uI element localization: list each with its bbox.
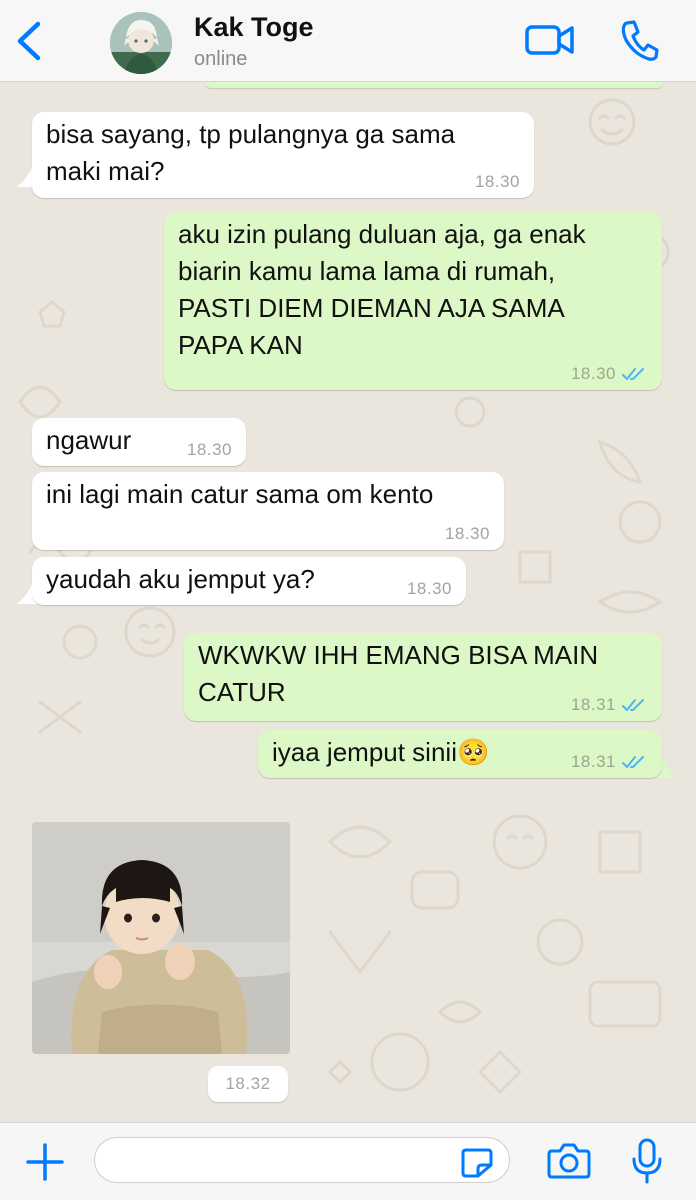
sticker-icon	[461, 1148, 493, 1178]
message-time: 18.30	[474, 172, 520, 191]
double-check-icon	[622, 368, 644, 380]
camera-icon	[547, 1143, 591, 1179]
message-text: aku izin pulang duluan aja, ga enak biar…	[178, 219, 586, 360]
message-time: 18.30	[186, 440, 232, 459]
message-bubble-outgoing[interactable]: WKWKW IHH EMANG BISA MAIN CATUR 18.31	[184, 633, 662, 721]
message-bubble-incoming[interactable]: yaudah aku jemput ya? 18.30	[32, 557, 466, 605]
message-text: bisa sayang, tp pulangnya ga sama maki m…	[46, 119, 456, 186]
message-time: 18.30	[406, 579, 452, 598]
message-text: ini lagi main catur sama om kento	[46, 479, 434, 509]
message-text: yaudah aku jemput ya?	[46, 564, 315, 594]
message-time: 18.30	[570, 364, 616, 383]
avatar[interactable]	[110, 12, 172, 74]
message-bubble-outgoing[interactable]: iyaa jemput sinii🥺 18.31	[258, 730, 662, 778]
message-bubble-incoming[interactable]: bisa sayang, tp pulangnya ga sama maki m…	[32, 112, 534, 198]
message-time: 18.31	[570, 695, 616, 714]
microphone-icon	[632, 1138, 662, 1184]
video-call-button[interactable]	[524, 22, 576, 58]
plus-icon	[26, 1143, 64, 1181]
message-input[interactable]	[94, 1137, 510, 1183]
previous-message-edge	[205, 82, 663, 88]
microphone-button[interactable]	[630, 1137, 664, 1185]
message-time: 18.31	[570, 752, 616, 771]
composer-bar	[0, 1122, 696, 1200]
attach-button[interactable]	[24, 1141, 66, 1183]
message-bubble-outgoing[interactable]: aku izin pulang duluan aja, ga enak biar…	[164, 212, 662, 390]
video-camera-icon	[525, 25, 574, 55]
double-check-icon	[622, 756, 644, 768]
message-bubble-incoming[interactable]: ini lagi main catur sama om kento 18.30	[32, 472, 504, 550]
message-time: 18.32	[208, 1066, 288, 1102]
sticker-button[interactable]	[460, 1147, 494, 1179]
chat-area[interactable]: bisa sayang, tp pulangnya ga sama maki m…	[0, 82, 696, 1122]
camera-button[interactable]	[546, 1141, 592, 1181]
message-bubble-incoming[interactable]: ngawur 18.30	[32, 418, 246, 466]
contact-status: online	[194, 48, 248, 70]
phone-icon	[621, 20, 659, 61]
contact-name[interactable]: Kak Toge	[194, 12, 314, 43]
chevron-left-icon	[17, 21, 41, 61]
photo-image	[32, 822, 290, 1054]
back-button[interactable]	[10, 18, 50, 64]
message-photo[interactable]	[32, 822, 290, 1054]
message-time: 18.30	[444, 524, 490, 543]
chat-header: Kak Toge online	[0, 0, 696, 82]
double-check-icon	[622, 699, 644, 711]
voice-call-button[interactable]	[618, 18, 660, 62]
